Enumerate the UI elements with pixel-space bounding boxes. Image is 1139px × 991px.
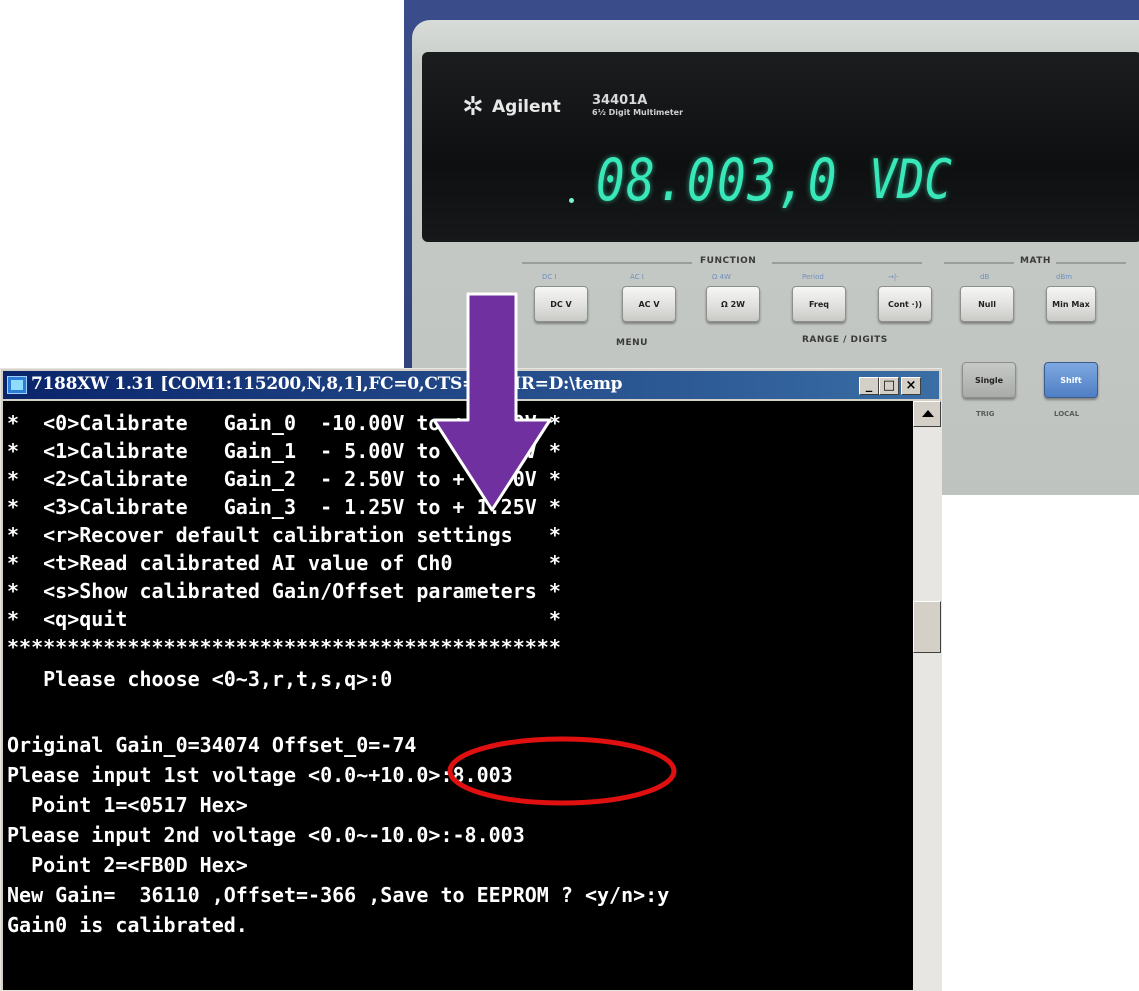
min-max-button[interactable]: Min Max bbox=[1046, 286, 1096, 322]
terminal-line: Gain0 is calibrated. bbox=[7, 913, 248, 937]
terminal-line: * <s>Show calibrated Gain/Offset paramet… bbox=[7, 579, 561, 603]
function-label: FUNCTION bbox=[700, 256, 757, 266]
model-subtitle: 6½ Digit Multimeter bbox=[592, 108, 684, 117]
minimize-button[interactable]: _ bbox=[859, 377, 879, 395]
local-label: LOCAL bbox=[1054, 410, 1080, 418]
terminal-line: Point 2=<FB0D Hex> bbox=[7, 853, 248, 877]
down-arrow-annotation-icon bbox=[432, 292, 552, 512]
soft-label-diode: →|- bbox=[888, 273, 899, 281]
terminal-line: * <t>Read calibrated AI value of Ch0 * bbox=[7, 551, 561, 575]
brand-name: Agilent bbox=[492, 97, 561, 117]
null-button[interactable]: Null bbox=[960, 286, 1014, 322]
trig-label: TRIG bbox=[976, 410, 995, 418]
terminal-line: Point 1=<0517 Hex> bbox=[7, 793, 248, 817]
function-divider-right bbox=[772, 262, 922, 264]
scroll-thumb[interactable] bbox=[913, 601, 941, 653]
math-label: MATH bbox=[1020, 256, 1051, 266]
meter-reading: 08.003,0 bbox=[596, 146, 839, 214]
soft-label-db: dB bbox=[980, 273, 990, 281]
single-button[interactable]: Single bbox=[962, 362, 1016, 398]
terminal-line: Please choose <0~3,r,t,s,q>:0 bbox=[7, 667, 393, 691]
math-divider-right bbox=[1056, 262, 1126, 264]
math-divider-left bbox=[944, 262, 1014, 264]
close-button[interactable]: × bbox=[901, 377, 921, 395]
acv-button[interactable]: AC V bbox=[622, 286, 676, 322]
terminal-line: Please input 2nd voltage <0.0~-10.0>:-8.… bbox=[7, 823, 525, 847]
ohm2w-button[interactable]: Ω 2W bbox=[706, 286, 760, 322]
terminal-line: * <r>Recover default calibration setting… bbox=[7, 523, 561, 547]
soft-label-dbm: dBm bbox=[1056, 273, 1073, 281]
continuity-button[interactable]: Cont ·)) bbox=[878, 286, 932, 322]
terminal-line: Original Gain_0=34074 Offset_0=-74 bbox=[7, 733, 417, 757]
soft-label-dci: DC I bbox=[542, 273, 557, 281]
soft-label-aci: AC I bbox=[630, 273, 644, 281]
shift-button[interactable]: Shift bbox=[1044, 362, 1098, 398]
freq-button[interactable]: Freq bbox=[792, 286, 846, 322]
terminal-line: ****************************************… bbox=[7, 635, 561, 659]
vertical-scrollbar[interactable] bbox=[913, 401, 941, 990]
menu-label: MENU bbox=[616, 338, 648, 348]
terminal-line: Please input 1st voltage <0.0~+10.0>:8.0… bbox=[7, 763, 513, 787]
maximize-button[interactable]: □ bbox=[879, 377, 899, 395]
terminal-line: New Gain= 36110 ,Offset=-366 ,Save to EE… bbox=[7, 883, 670, 907]
range-label: RANGE / DIGITS bbox=[802, 335, 888, 345]
meter-unit: VDC bbox=[869, 148, 952, 211]
agilent-logo-icon: ✲ bbox=[462, 92, 484, 122]
highlight-ellipse-annotation bbox=[447, 736, 677, 806]
function-divider-left bbox=[522, 262, 692, 264]
annunciator-dot bbox=[569, 198, 574, 203]
soft-label-period: Period bbox=[802, 273, 824, 281]
scroll-up-arrow-icon[interactable] bbox=[913, 401, 941, 427]
model-number: 34401A bbox=[592, 93, 648, 108]
soft-label-ohm4w: Ω 4W bbox=[712, 273, 731, 281]
terminal-line: * <q>quit * bbox=[7, 607, 561, 631]
terminal-app-icon[interactable] bbox=[7, 376, 27, 394]
